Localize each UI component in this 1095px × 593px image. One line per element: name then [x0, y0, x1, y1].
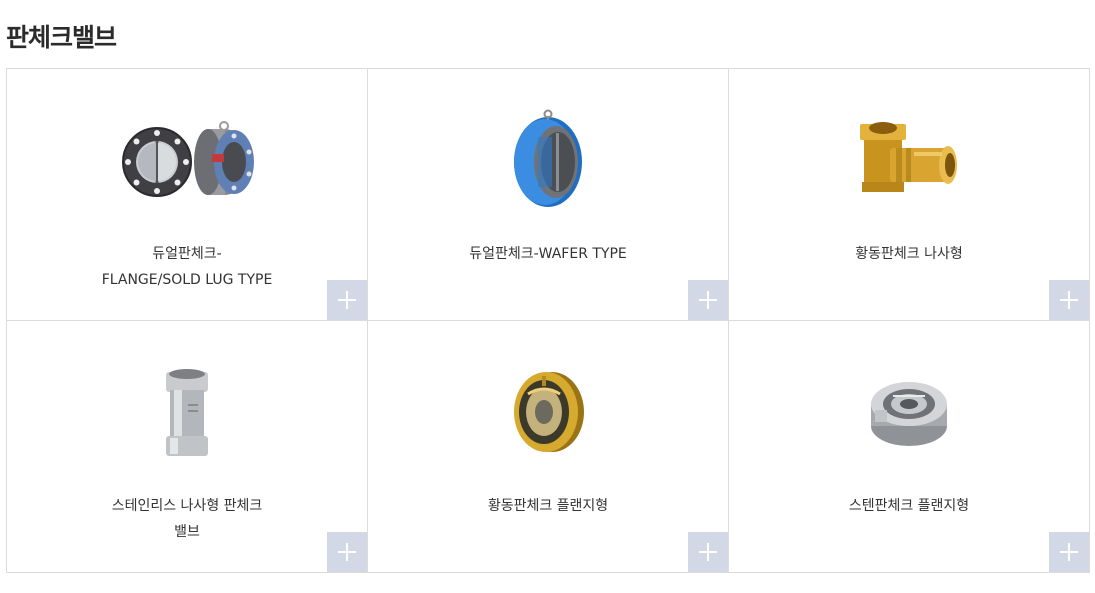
plus-icon — [699, 543, 717, 561]
product-image[interactable] — [7, 349, 367, 469]
product-name[interactable]: 스테인리스 나사형 판체크 밸브 — [27, 493, 347, 545]
brass-flange-check-image — [514, 372, 584, 452]
plus-icon — [338, 291, 356, 309]
plus-icon — [338, 543, 356, 561]
more-button[interactable] — [327, 532, 367, 572]
brass-threaded-check-image — [860, 122, 957, 192]
dual-check-flange-image — [122, 121, 254, 197]
product-card[interactable]: 황동판체크 플랜지형 — [368, 321, 729, 573]
more-button[interactable] — [688, 280, 728, 320]
product-name[interactable]: 듀얼판체크-WAFER TYPE — [388, 241, 708, 267]
product-name[interactable]: 듀얼판체크- FLANGE/SOLD LUG TYPE — [27, 241, 347, 293]
product-card[interactable]: 듀얼판체크- FLANGE/SOLD LUG TYPE — [7, 69, 368, 321]
product-image[interactable] — [729, 349, 1089, 469]
product-name[interactable]: 황동판체크 나사형 — [749, 241, 1069, 267]
plus-icon — [699, 291, 717, 309]
product-image[interactable] — [368, 97, 728, 217]
dual-check-wafer-image — [514, 109, 582, 207]
more-button[interactable] — [688, 532, 728, 572]
more-button[interactable] — [327, 280, 367, 320]
product-card[interactable]: 황동판체크 나사형 — [729, 69, 1090, 321]
plus-icon — [1060, 543, 1078, 561]
product-card[interactable]: 듀얼판체크-WAFER TYPE — [368, 69, 729, 321]
product-name[interactable]: 황동판체크 플랜지형 — [388, 493, 708, 519]
more-button[interactable] — [1049, 280, 1089, 320]
product-name[interactable]: 스텐판체크 플랜지형 — [749, 493, 1069, 519]
product-grid: 듀얼판체크- FLANGE/SOLD LUG TYPE 듀얼판체크-WAFER — [6, 68, 1090, 573]
plus-icon — [1060, 291, 1078, 309]
product-card[interactable]: 스텐판체크 플랜지형 — [729, 321, 1090, 573]
page-title: 판체크밸브 — [6, 23, 117, 52]
product-card[interactable]: 스테인리스 나사형 판체크 밸브 — [7, 321, 368, 573]
product-image[interactable] — [368, 349, 728, 469]
more-button[interactable] — [1049, 532, 1089, 572]
product-image[interactable] — [7, 97, 367, 217]
stainless-flange-check-image — [871, 382, 947, 446]
stainless-threaded-check-image — [166, 369, 208, 456]
product-image[interactable] — [729, 97, 1089, 217]
